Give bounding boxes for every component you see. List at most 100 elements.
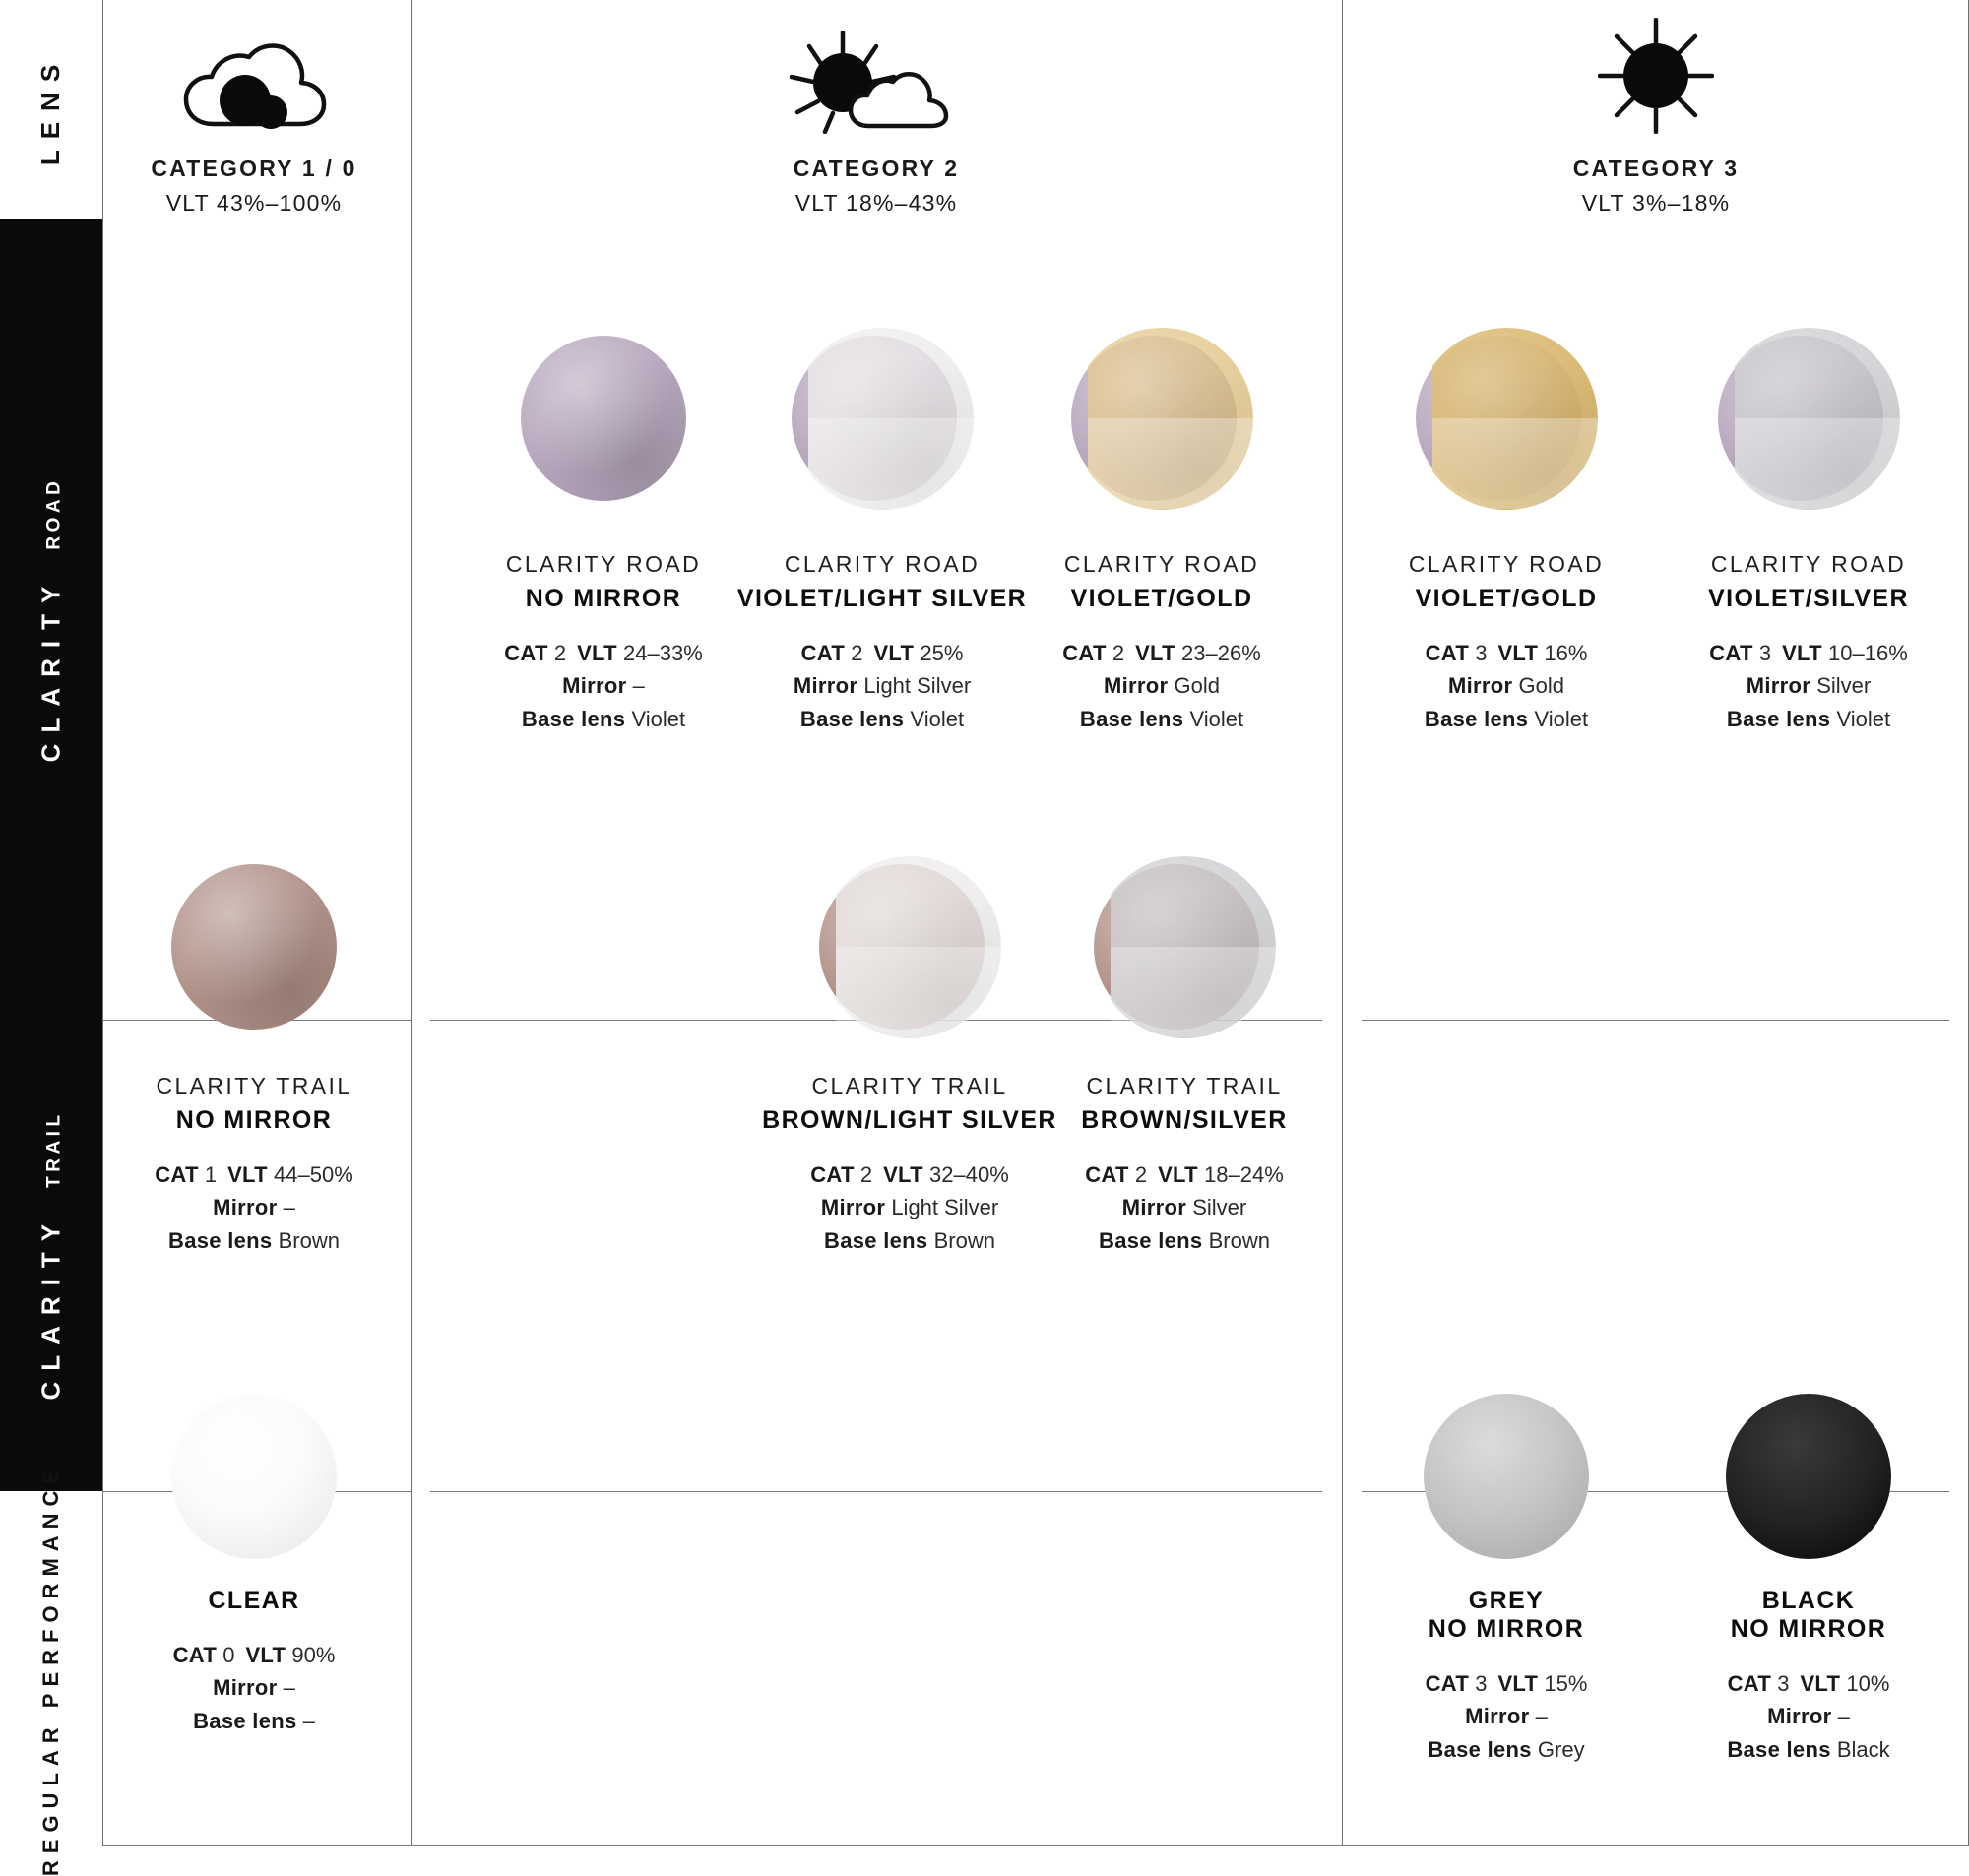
spec-cat-label: CAT [810, 1162, 855, 1187]
spec-cat-value: 2 [553, 641, 567, 665]
spec-base-lens: Base lens Violet [975, 703, 1349, 735]
lens-swatch-clarity-road-4 [1710, 320, 1907, 517]
lens-spec-list: CAT 2 VLT 23–26% Mirror Gold Base lens Viol… [975, 637, 1349, 735]
category-header-3: CATEGORY 3 VLT 3%–18% [1439, 18, 1873, 217]
spec-mirror: Mirror Silver [1621, 669, 1969, 702]
lens-brand: CLARITY TRAIL [1086, 1073, 1283, 1098]
spec-mirror-value: Light Silver [885, 1195, 999, 1220]
spec-mirror-label: Mirror [562, 673, 627, 699]
spec-cat-value: 2 [1112, 641, 1125, 665]
sidebar-label-clarity-road: CLARITY ROAD [0, 219, 102, 1020]
spec-base-lens-value: Brown [927, 1227, 995, 1253]
lens-name: VIOLET/GOLD [1070, 585, 1253, 612]
spec-cat-label: CAT [1727, 1671, 1772, 1696]
spec-mirror: Mirror Silver [997, 1191, 1371, 1223]
lens-name: CLEAR [208, 1587, 300, 1614]
spec-base-lens-value: – [296, 1708, 315, 1733]
spec-vlt-label: VLT [577, 641, 617, 665]
category-title: CATEGORY 1 / 0 [151, 156, 357, 181]
lens-mirror-band [1087, 418, 1253, 509]
spec-base-lens-label: Base lens [1727, 1736, 1831, 1762]
spec-mirror-label: Mirror [1465, 1704, 1530, 1729]
spec-vlt-label: VLT [227, 1162, 268, 1187]
column-divider-1 [411, 0, 412, 1846]
lens-card-clarity-trail-2: CLARITY TRAIL BROWN/SILVER CAT 2 VLT 18–24%… [997, 1073, 1371, 1257]
spec-cat-value: 3 [1758, 641, 1772, 665]
spec-mirror-value: – [277, 1675, 295, 1701]
spec-mirror: Mirror – [67, 1671, 441, 1704]
spec-base-lens-label: Base lens [1424, 706, 1529, 731]
spec-cat-value: 3 [1475, 641, 1488, 665]
spec-mirror-label: Mirror [1448, 673, 1513, 699]
lens-swatch-regular-performance-0 [156, 1378, 352, 1575]
lens-mirror-overlay [835, 855, 1001, 1038]
spec-vlt-label: VLT [1497, 641, 1539, 665]
lens-mirror-overlay [807, 327, 974, 510]
lens-card-regular-performance-0: CLEAR CAT 0 VLT 90% Mirror – Base lens – [67, 1587, 441, 1737]
category-header-1: CATEGORY 1 / 0 VLT 43%–100% [37, 18, 471, 217]
spec-vlt-value: 18–24% [1197, 1162, 1284, 1187]
spec-mirror: Mirror – [1621, 1700, 1969, 1732]
category-title: CATEGORY 2 [793, 156, 960, 181]
spec-mirror-value: Gold [1168, 673, 1220, 699]
spec-mirror-label: Mirror [820, 1195, 886, 1220]
spec-base-lens-label: Base lens [193, 1708, 297, 1733]
sidebar-label-sub: TRAIL [43, 1110, 65, 1188]
spec-mirror-label: Mirror [1104, 673, 1169, 699]
spec-base-lens: Base lens Black [1621, 1733, 1969, 1766]
spec-vlt-value: 24–33% [616, 641, 703, 665]
lens-base-disc [170, 1393, 337, 1559]
spec-cat-value: 1 [204, 1162, 218, 1187]
spec-base-lens: Base lens – [67, 1705, 441, 1737]
spec-vlt-value: 44–50% [267, 1162, 353, 1187]
cloud-icon [183, 43, 327, 129]
lens-swatch-clarity-trail-2 [1086, 848, 1283, 1045]
spec-vlt-value: 23–26% [1175, 641, 1261, 665]
sidebar-label-main: REGULAR PERFORMANCE [38, 1462, 64, 1876]
spec-base-lens-value: Violet [1830, 706, 1891, 731]
lens-mirror-overlay [1734, 327, 1900, 510]
rail-divider [102, 0, 103, 1846]
lens-comparison-chart: LENS CLARITY ROAD CLARITY TRAIL REGULAR PERFO… [0, 0, 1969, 1876]
lens-mirror-overlay [1431, 327, 1598, 510]
spec-mirror-value: – [1529, 1704, 1548, 1729]
spec-cat-vlt: CAT 1 VLT 44–50% [67, 1158, 441, 1191]
sidebar-rail-column: LENS CLARITY ROAD CLARITY TRAIL REGULAR PERFO… [0, 0, 102, 1876]
spec-mirror-value: Silver [1186, 1195, 1247, 1220]
spec-cat-vlt: CAT 3 VLT 10% [1621, 1667, 1969, 1700]
spec-base-lens-value: Violet [1528, 706, 1589, 731]
spec-vlt-value: 90% [286, 1643, 336, 1667]
sidebar-label-main: CLARITY [35, 575, 66, 762]
lens-spec-list: CAT 2 VLT 18–24% Mirror Silver Base lens Br… [997, 1158, 1371, 1257]
lens-spec-list: CAT 0 VLT 90% Mirror – Base lens – [67, 1639, 441, 1737]
lens-card-regular-performance-2: BLACK NO MIRROR CAT 3 VLT 10% Mirror – Base … [1621, 1587, 1969, 1766]
lens-name: BROWN/SILVER [1081, 1106, 1288, 1134]
category-header-2: CATEGORY 2 VLT 18%–43% [660, 18, 1093, 217]
spec-base-lens-value: Black [1830, 1736, 1890, 1762]
spec-vlt-value: 32–40% [922, 1162, 1009, 1187]
spec-base-lens-label: Base lens [521, 706, 626, 731]
spec-vlt-value: 10–16% [1821, 641, 1908, 665]
lens-swatch-clarity-road-2 [1063, 320, 1260, 517]
spec-cat-value: 3 [1777, 1671, 1790, 1696]
row-separator-col2-1 [1362, 1020, 1949, 1021]
spec-vlt-value: 16% [1538, 641, 1588, 665]
lens-mirror-band [807, 418, 974, 509]
lens-name: NO MIRROR [175, 1106, 333, 1134]
sidebar-label-main: CLARITY [35, 1213, 66, 1401]
spec-mirror-label: Mirror [213, 1675, 278, 1701]
lens-base-disc [520, 335, 686, 501]
spec-cat-value: 2 [859, 1162, 873, 1187]
lens-spec-list: CAT 1 VLT 44–50% Mirror – Base lens Brown [67, 1158, 441, 1257]
spec-mirror: Mirror – [67, 1191, 441, 1223]
spec-mirror-value: Light Silver [857, 673, 972, 699]
spec-base-lens-label: Base lens [168, 1227, 273, 1253]
spec-mirror-value: – [1831, 1704, 1850, 1729]
cloud-icon [37, 18, 471, 134]
lens-mirror-band [1110, 947, 1276, 1037]
lens-mirror-overlay [1087, 327, 1253, 510]
lens-swatch-regular-performance-1 [1408, 1378, 1605, 1575]
spec-mirror-label: Mirror [1767, 1704, 1832, 1729]
spec-cat-label: CAT [155, 1162, 199, 1187]
spec-mirror: Mirror Gold [975, 669, 1349, 702]
